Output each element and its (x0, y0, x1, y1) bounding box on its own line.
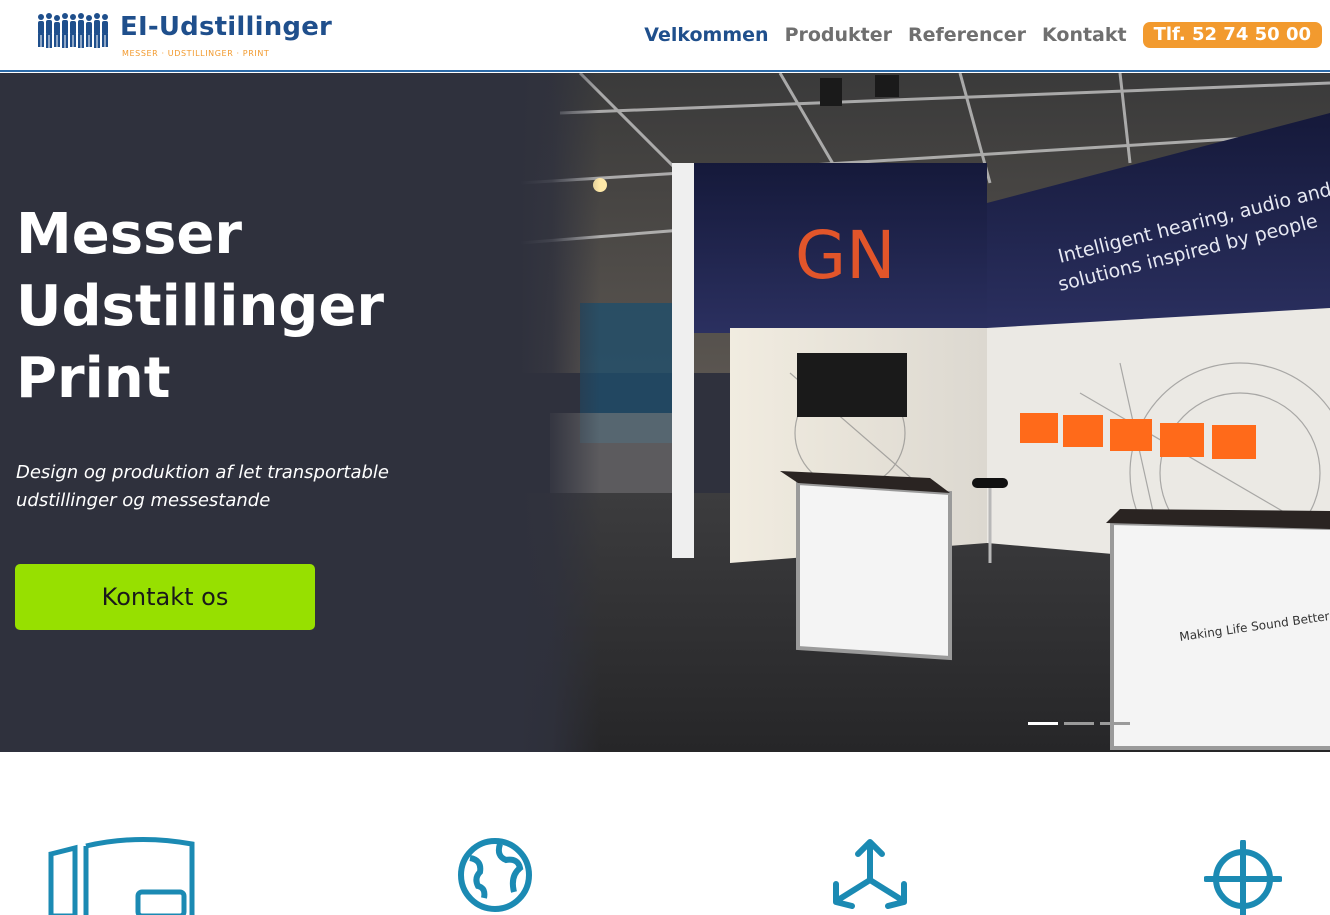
hero-slider: GN Intelligent hearing, audio and video … (0, 73, 1330, 752)
gn-logo-text: GN (795, 217, 896, 294)
hero-fade-overlay (520, 73, 600, 752)
nav-item-produkter[interactable]: Produkter (785, 24, 892, 46)
phone-button[interactable]: Tlf. 52 74 50 00 (1142, 22, 1322, 48)
hero-title-line-3: Print (16, 346, 171, 411)
people-silhouettes-icon (38, 13, 108, 48)
site-header: EI-Udstillinger MESSER · UDSTILLINGER · … (0, 0, 1330, 72)
hero-title: Messer Udstillinger Print (16, 199, 496, 415)
slider-dot-2[interactable] (1064, 722, 1094, 725)
nav-item-referencer[interactable]: Referencer (908, 24, 1026, 46)
three-arrows-icon (833, 839, 907, 909)
hero-title-line-1: Messer (16, 202, 242, 267)
globe-icon (458, 838, 532, 912)
main-nav: Velkommen Produkter Referencer Kontakt T… (628, 20, 1322, 50)
slider-dot-1[interactable] (1028, 722, 1058, 725)
hero-title-line-2: Udstillinger (16, 274, 384, 339)
logo-title: EI-Udstillinger (120, 12, 333, 42)
logo-tagline: MESSER · UDSTILLINGER · PRINT (122, 49, 270, 58)
hero-subtitle: Design og produktion af let transportabl… (16, 462, 389, 511)
logo[interactable]: EI-Udstillinger MESSER · UDSTILLINGER · … (36, 10, 346, 62)
exhibition-stand-icon (48, 836, 195, 915)
hero-photo: GN Intelligent hearing, audio and video … (520, 73, 1330, 752)
slider-dot-3[interactable] (1100, 722, 1130, 725)
nav-item-kontakt[interactable]: Kontakt (1042, 24, 1127, 46)
target-crosshair-icon (1204, 840, 1282, 915)
features-row (0, 752, 1330, 915)
nav-item-velkommen[interactable]: Velkommen (644, 24, 768, 46)
contact-us-button[interactable]: Kontakt os (15, 564, 315, 630)
slider-dots (1028, 722, 1136, 725)
